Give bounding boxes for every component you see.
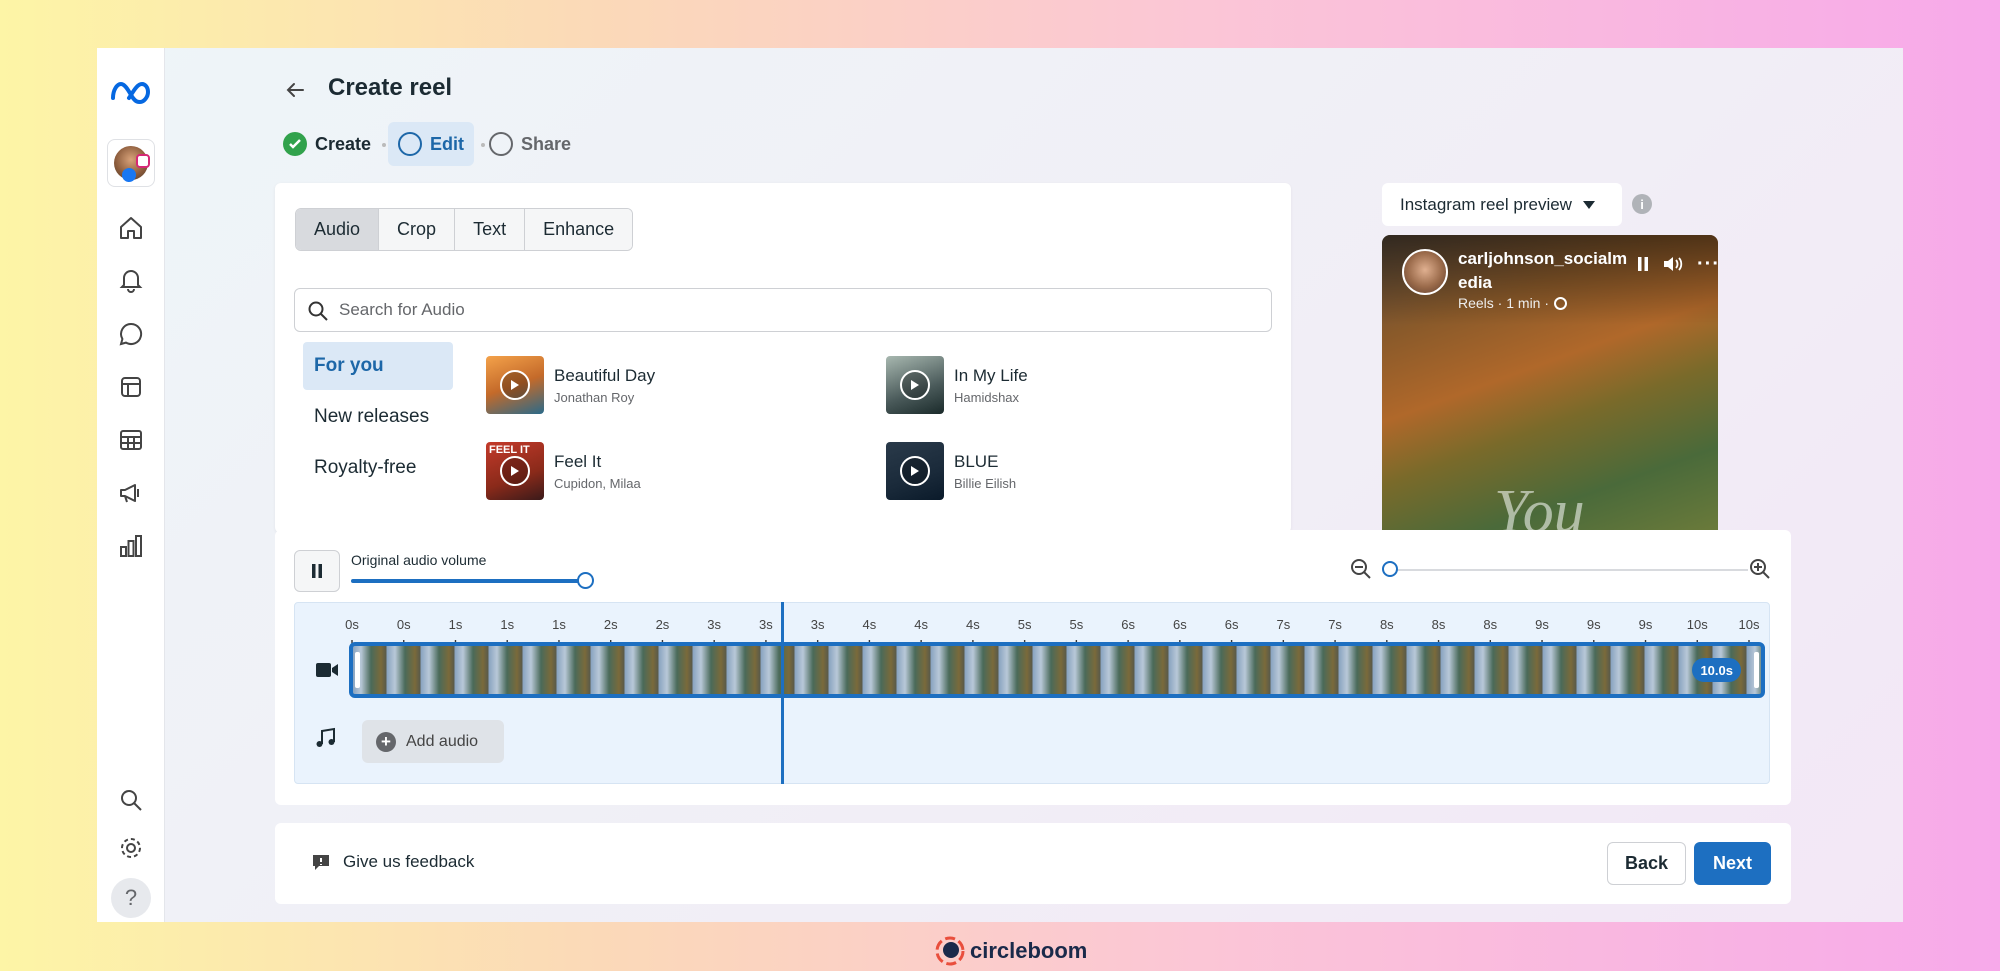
footer-bar [275, 823, 1791, 904]
ruler-label: 1s [500, 617, 515, 632]
ruler-label: 1s [552, 617, 566, 632]
ruler-label: 7s [1276, 617, 1291, 632]
watermark-text: circleboom [970, 938, 1088, 963]
clip-trim-handle-right[interactable] [1754, 652, 1759, 688]
ruler-label: 7s [1328, 617, 1342, 632]
ruler-label: 8s [1379, 617, 1394, 632]
ruler-label: 3s [810, 617, 825, 632]
circleboom-logo-icon [935, 936, 965, 966]
feedback-label: Give us feedback [343, 852, 475, 871]
video-clip[interactable]: 10.0s [349, 642, 1765, 698]
music-note-icon [316, 727, 335, 747]
ruler-label: 4s [862, 617, 877, 632]
ruler-label: 8s [1483, 617, 1498, 632]
clip-duration-badge: 10.0s [1692, 658, 1741, 682]
watermark: circleboom [934, 935, 1087, 967]
ruler-label: 2s [655, 617, 670, 632]
add-audio-label: Add audio [406, 732, 479, 750]
ruler-label: 9s [1638, 617, 1653, 632]
ruler-label: 6s [1224, 617, 1239, 632]
ruler-label: 0s [396, 617, 411, 632]
plus-icon: + [376, 731, 396, 752]
ruler-label: 10s [1686, 617, 1708, 632]
playhead[interactable] [781, 602, 785, 784]
ruler-label: 4s [966, 617, 980, 632]
ruler-label: 2s [603, 617, 618, 632]
feedback-link[interactable]: Give us feedback [311, 852, 474, 872]
app-window: ? Create reel Create Edit Share Audio Cr… [97, 48, 1903, 922]
ruler-label: 3s [759, 617, 773, 632]
ruler-label: 3s [707, 617, 722, 632]
ruler-label: 9s [1586, 617, 1601, 632]
ruler-label: 5s [1069, 617, 1084, 632]
ruler-label: 4s [914, 617, 929, 632]
ruler-label: 8s [1431, 617, 1446, 632]
feedback-icon [313, 855, 329, 870]
clip-trim-handle-left[interactable] [355, 652, 360, 688]
ruler-label: 9s [1535, 617, 1549, 632]
ruler-label: 10s [1738, 617, 1760, 632]
next-button[interactable]: Next [1694, 842, 1771, 885]
back-button[interactable]: Back [1607, 842, 1686, 885]
time-ruler [351, 640, 1750, 653]
ruler-label: 0s [345, 617, 359, 632]
ruler-label: 5s [1017, 617, 1032, 632]
ruler-label: 6s [1172, 617, 1187, 632]
add-audio-button[interactable]: + Add audio [362, 720, 504, 763]
ruler-label: 6s [1121, 617, 1135, 632]
ruler-label: 1s [448, 617, 463, 632]
video-camera-icon [316, 663, 338, 677]
